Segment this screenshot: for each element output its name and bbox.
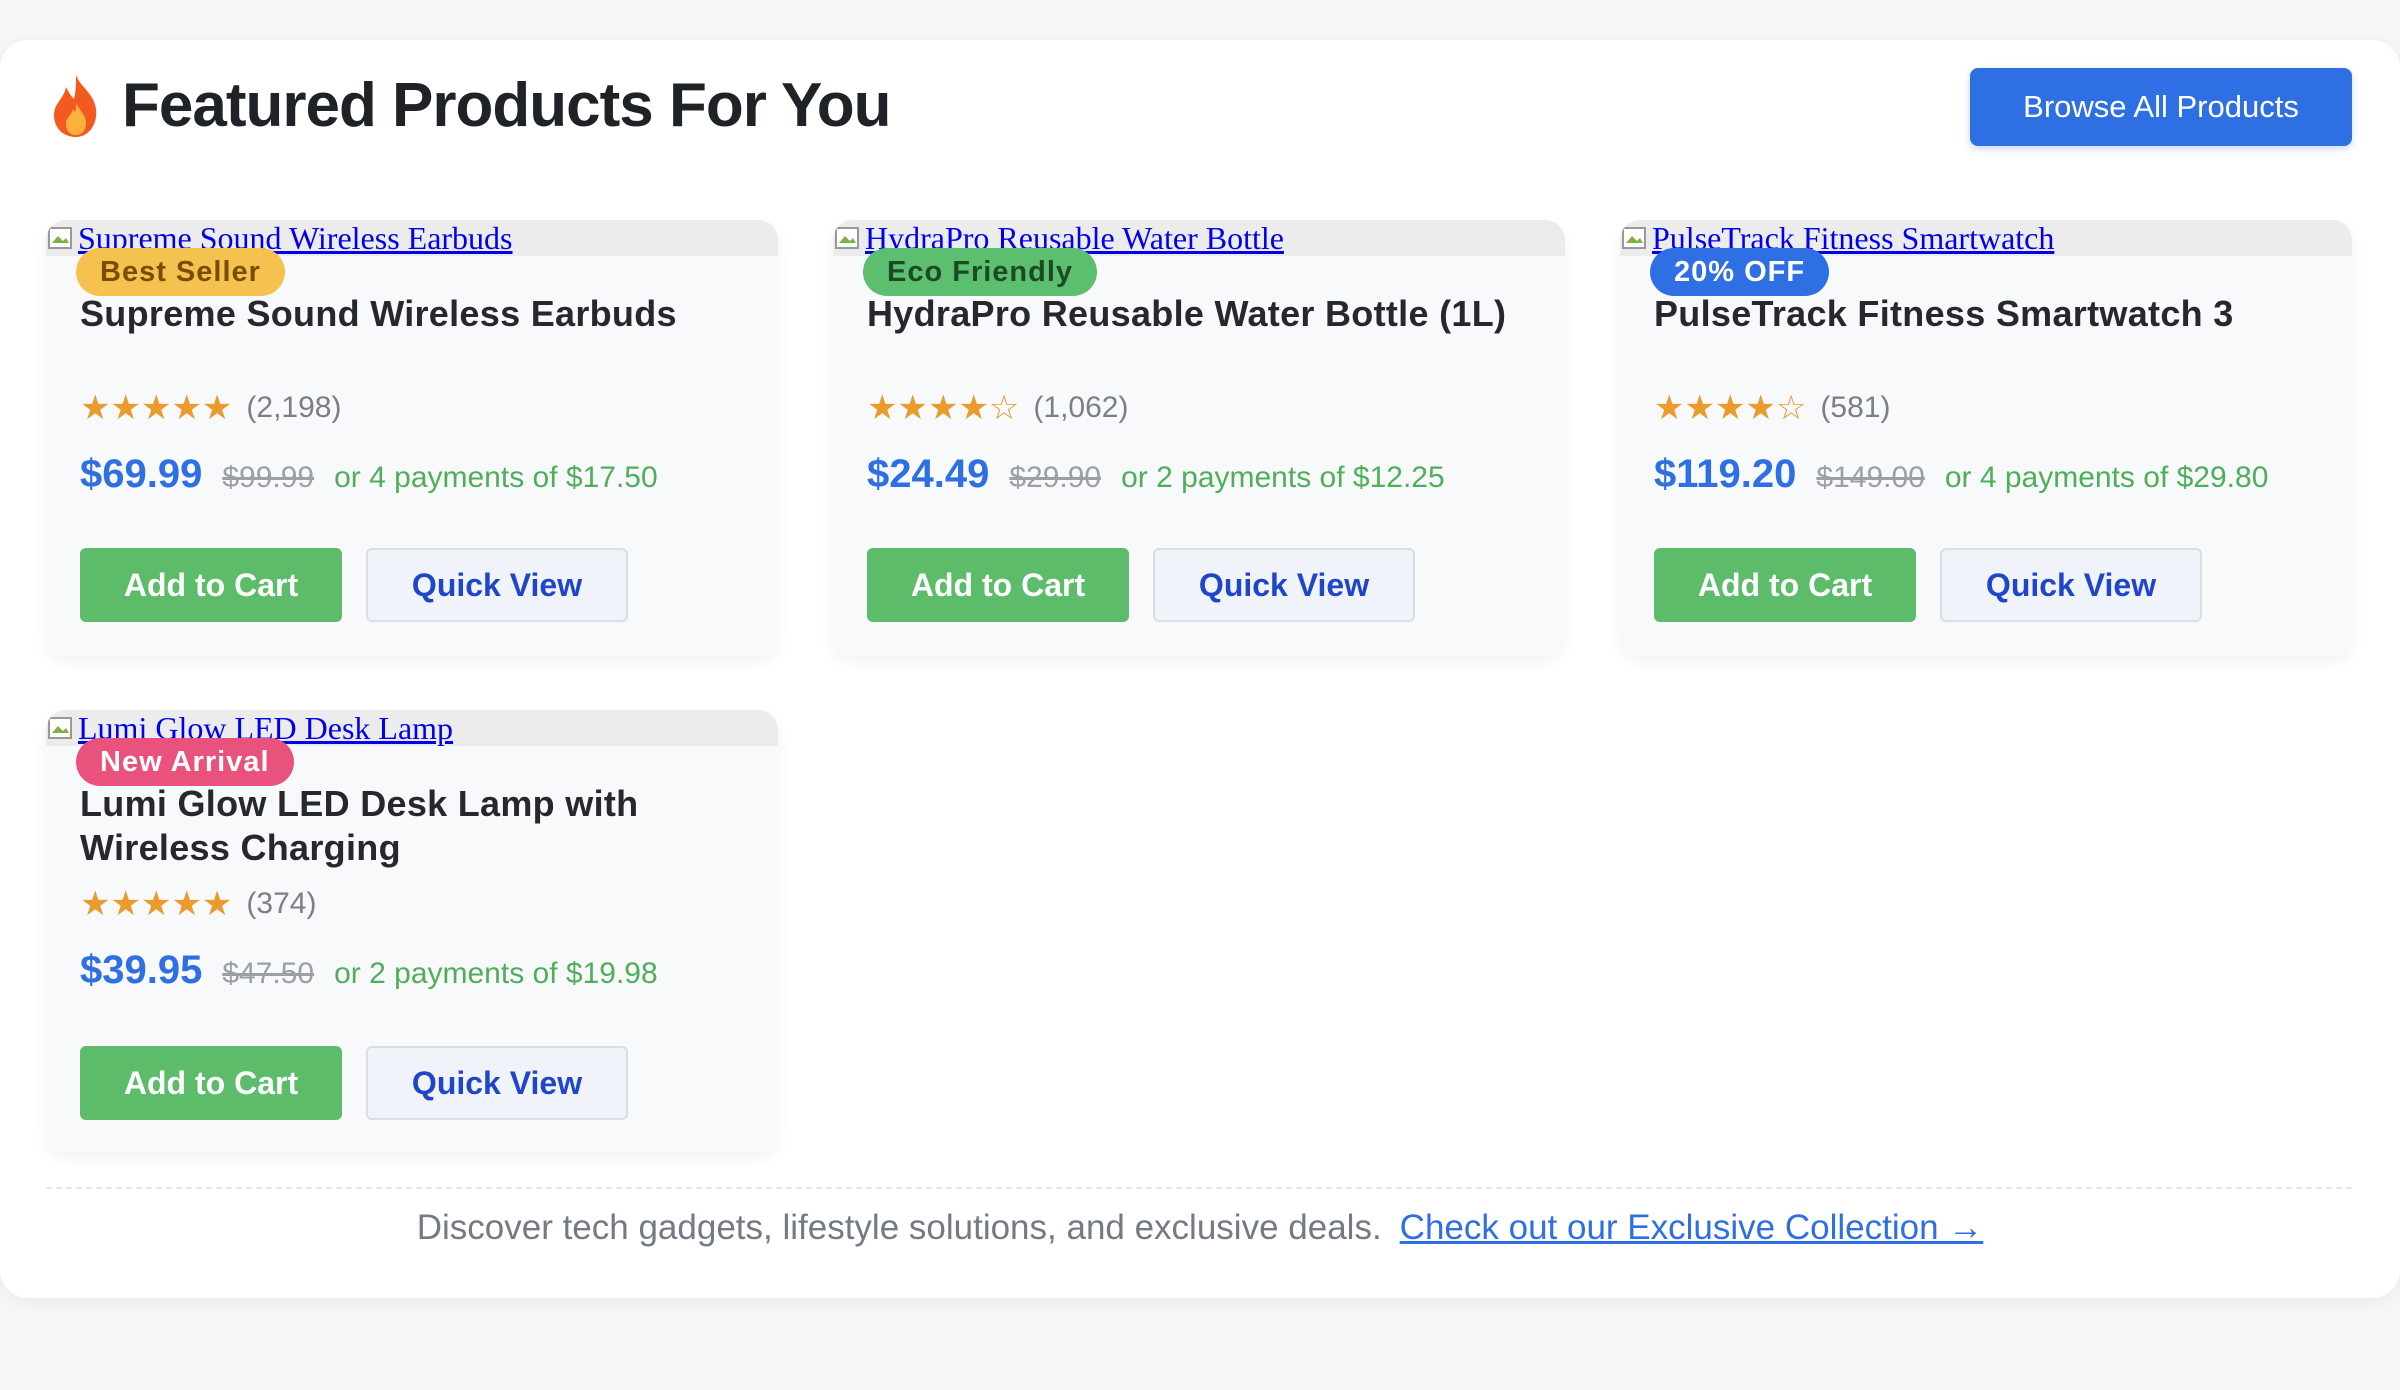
- star-rating-icon: ★★★★★: [80, 388, 233, 428]
- section-title: Featured Products For You: [46, 70, 891, 141]
- card-actions: Add to Cart Quick View: [1654, 548, 2202, 622]
- footer-text: Discover tech gadgets, lifestyle solutio…: [416, 1208, 1382, 1247]
- price-row: $24.49 $29.90 or 2 payments of $12.25: [867, 452, 1445, 497]
- product-rating: ★★★★☆ (1,062): [867, 388, 1128, 428]
- product-badge: 20% OFF: [1650, 248, 1830, 296]
- product-name: HydraPro Reusable Water Bottle (1L): [867, 293, 1507, 334]
- review-count: (1,062): [1033, 391, 1129, 424]
- star-rating-icon: ★★★★☆: [867, 388, 1020, 428]
- browse-all-products-button[interactable]: Browse All Products: [1970, 68, 2352, 146]
- footer: Discover tech gadgets, lifestyle solutio…: [0, 1208, 2400, 1248]
- product-card: HydraPro Reusable Water Bottle Eco Frien…: [833, 220, 1565, 656]
- quick-view-button[interactable]: Quick View: [1940, 548, 2202, 622]
- original-price: $149.00: [1816, 461, 1925, 494]
- product-rating: ★★★★☆ (581): [1654, 388, 1890, 428]
- original-price: $29.90: [1009, 461, 1102, 494]
- original-price: $99.99: [222, 461, 315, 494]
- broken-image-icon: [835, 227, 859, 249]
- review-count: (374): [246, 887, 317, 920]
- card-actions: Add to Cart Quick View: [867, 548, 1415, 622]
- broken-image-icon: [1622, 227, 1646, 249]
- current-price: $39.95: [80, 948, 203, 992]
- add-to-cart-button[interactable]: Add to Cart: [80, 1046, 342, 1120]
- broken-image-icon: [48, 717, 72, 739]
- quick-view-button[interactable]: Quick View: [366, 1046, 628, 1120]
- product-card: Supreme Sound Wireless Earbuds Best Sell…: [46, 220, 778, 656]
- star-rating-icon: ★★★★☆: [1654, 388, 1807, 428]
- product-badge: Eco Friendly: [863, 248, 1098, 296]
- product-badge: Best Seller: [76, 248, 285, 296]
- product-name: PulseTrack Fitness Smartwatch 3: [1654, 293, 2234, 334]
- installment-info: or 2 payments of $19.98: [334, 957, 658, 990]
- footer-divider: [46, 1187, 2352, 1189]
- quick-view-button[interactable]: Quick View: [1153, 548, 1415, 622]
- price-row: $39.95 $47.50 or 2 payments of $19.98: [80, 948, 658, 993]
- product-name: Lumi Glow LED Desk Lamp with Wireless Ch…: [80, 783, 639, 868]
- quick-view-button[interactable]: Quick View: [366, 548, 628, 622]
- review-count: (2,198): [246, 391, 342, 424]
- product-card: Lumi Glow LED Desk Lamp New Arrival Lumi…: [46, 710, 778, 1152]
- card-actions: Add to Cart Quick View: [80, 1046, 628, 1120]
- current-price: $119.20: [1654, 452, 1797, 496]
- broken-image-icon: [48, 227, 72, 249]
- review-count: (581): [1820, 391, 1891, 424]
- add-to-cart-button[interactable]: Add to Cart: [867, 548, 1129, 622]
- installment-info: or 2 payments of $12.25: [1121, 461, 1445, 494]
- installment-info: or 4 payments of $29.80: [1944, 461, 2269, 494]
- installment-info: or 4 payments of $17.50: [334, 461, 658, 494]
- product-rating: ★★★★★ (374): [80, 884, 316, 924]
- price-row: $119.20 $149.00 or 4 payments of $29.80: [1654, 452, 2268, 497]
- card-actions: Add to Cart Quick View: [80, 548, 628, 622]
- star-rating-icon: ★★★★★: [80, 884, 233, 924]
- current-price: $69.99: [80, 452, 203, 496]
- product-card: PulseTrack Fitness Smartwatch 20% OFF Pu…: [1620, 220, 2352, 656]
- product-badge: New Arrival: [76, 738, 294, 786]
- section-header: Featured Products For You Browse All Pro…: [46, 64, 2352, 156]
- original-price: $47.50: [222, 957, 315, 990]
- fire-icon: [54, 74, 97, 137]
- price-row: $69.99 $99.99 or 4 payments of $17.50: [80, 452, 658, 497]
- current-price: $24.49: [867, 452, 990, 496]
- add-to-cart-button[interactable]: Add to Cart: [1654, 548, 1916, 622]
- product-rating: ★★★★★ (2,198): [80, 388, 341, 428]
- exclusive-collection-link[interactable]: Check out our Exclusive Collection →: [1400, 1208, 1984, 1247]
- product-name: Supreme Sound Wireless Earbuds: [80, 293, 677, 334]
- add-to-cart-button[interactable]: Add to Cart: [80, 548, 342, 622]
- section-title-text: Featured Products For You: [122, 71, 891, 140]
